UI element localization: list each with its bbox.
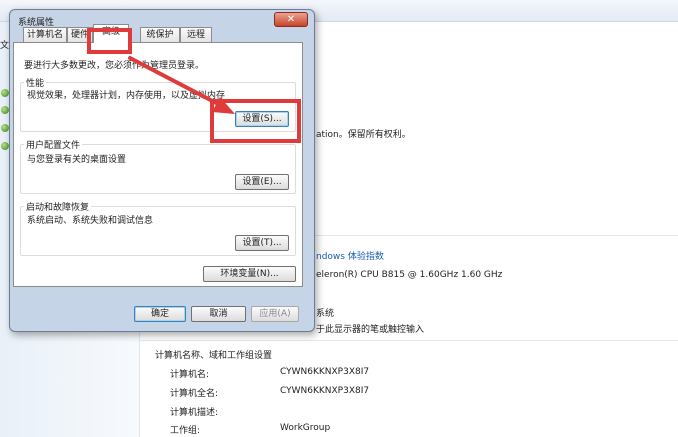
- tab-label: 远程: [186, 30, 205, 40]
- full-computer-name-label: 计算机全名:: [170, 389, 219, 399]
- startup-recovery-settings-button[interactable]: 设置(T)...: [235, 235, 289, 251]
- processor-value: eleron(R) CPU B815 @ 1.60GHz 1.60 GHz: [316, 270, 503, 280]
- ok-button[interactable]: 确定: [134, 306, 186, 322]
- pen-touch-value: 于此显示器的笔或触控输入: [316, 325, 425, 335]
- workgroup-label: 工作组:: [170, 426, 201, 436]
- startup-recovery-title: 启动和故障恢复: [24, 200, 92, 213]
- workgroup-value: WorkGroup: [280, 423, 331, 433]
- full-computer-name-value: CYWN6KKNXP3X8I7: [280, 386, 370, 396]
- highlight-advanced-tab: [87, 28, 132, 54]
- close-button[interactable]: ✕: [274, 12, 308, 27]
- admin-note: 要进行大多数更改，您必须作为管理员登录。: [24, 61, 205, 71]
- copyright-text: ation。保留所有权利。: [316, 130, 411, 140]
- system-type-value: 系统: [316, 309, 335, 319]
- section-title: 计算机名称、域和工作组设置: [155, 351, 273, 361]
- startup-recovery-description: 系统启动、系统失败和调试信息: [27, 216, 154, 226]
- user-profiles-settings-button[interactable]: 设置(E)...: [235, 174, 289, 190]
- tab-system-protection[interactable]: 统保护: [140, 27, 180, 42]
- left-pane-label: 文: [0, 41, 10, 51]
- shield-icon[interactable]: [1, 89, 9, 97]
- cancel-button[interactable]: 取消: [191, 306, 246, 322]
- environment-variables-button[interactable]: 环境变量(N)...: [203, 266, 296, 282]
- shield-icon[interactable]: [1, 124, 9, 132]
- apply-button[interactable]: 应用(A): [251, 306, 299, 322]
- tab-label: 计算机名: [26, 30, 63, 40]
- shield-icon[interactable]: [1, 106, 9, 114]
- close-icon: ✕: [286, 14, 296, 25]
- tab-computer-name[interactable]: 计算机名: [23, 27, 67, 42]
- user-profiles-title: 用户配置文件: [24, 138, 83, 151]
- experience-index-link[interactable]: ndows 体验指数: [316, 249, 384, 262]
- computer-name-value: CYWN6KKNXP3X8I7: [280, 367, 370, 377]
- computer-name-label: 计算机名:: [170, 370, 210, 380]
- highlight-settings-button: [210, 99, 301, 143]
- performance-description: 视觉效果，处理器计划，内存使用，以及虚拟内存: [27, 91, 226, 101]
- user-profiles-description: 与您登录有关的桌面设置: [27, 155, 127, 165]
- shield-icon[interactable]: [1, 142, 9, 150]
- tab-remote[interactable]: 远程: [180, 27, 212, 42]
- tab-label: 统保护: [146, 30, 174, 40]
- computer-description-label: 计算机描述:: [170, 408, 219, 418]
